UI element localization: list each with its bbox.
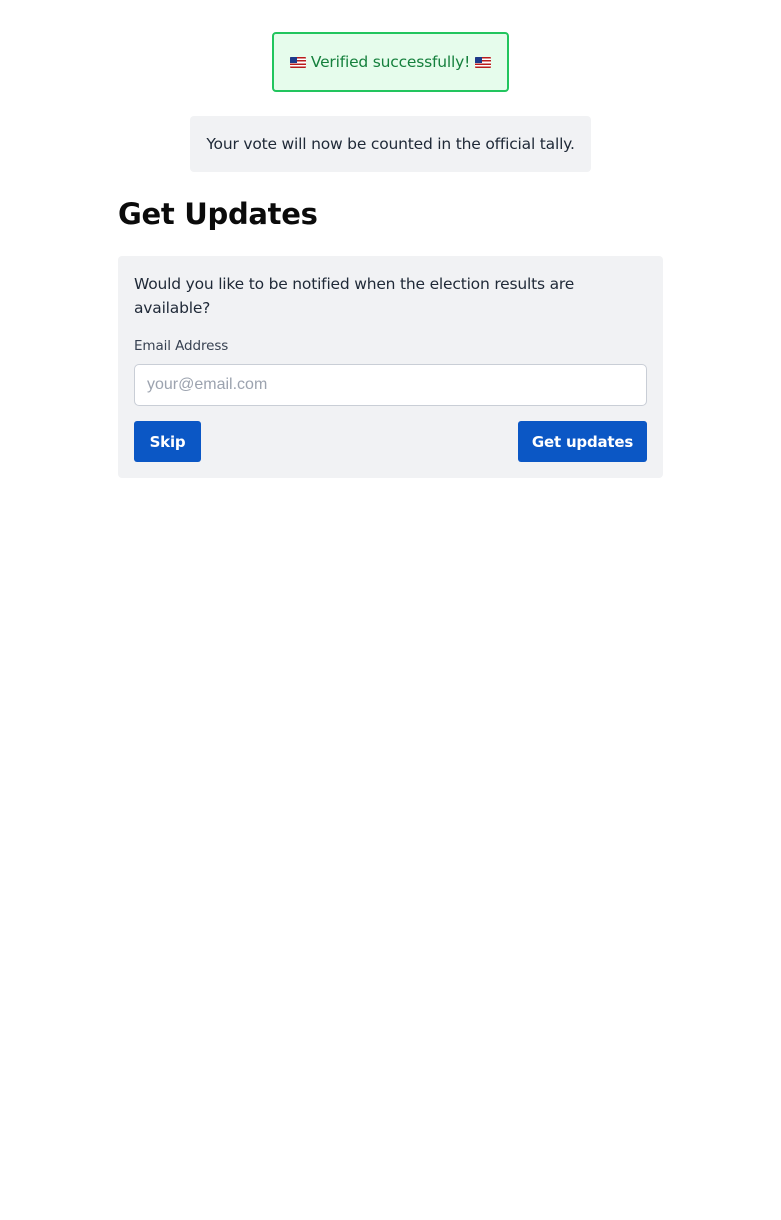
updates-prompt: Would you like to be notified when the e… <box>134 275 575 317</box>
updates-form-card: Would you like to be notified when the e… <box>118 256 663 478</box>
success-message: Verified successfully! <box>310 53 471 71</box>
success-banner-container: Verified successfully! <box>0 32 781 92</box>
us-flag-icon <box>289 56 306 68</box>
notice-container: Your vote will now be counted in the off… <box>0 116 781 172</box>
success-banner: Verified successfully! <box>272 32 509 92</box>
skip-button[interactable]: Skip <box>134 421 201 462</box>
notice-text: Your vote will now be counted in the off… <box>206 135 575 153</box>
vote-counted-notice: Your vote will now be counted in the off… <box>190 116 591 172</box>
get-updates-button[interactable]: Get updates <box>518 421 647 462</box>
us-flag-icon <box>475 56 492 68</box>
email-label: Email Address <box>134 338 229 354</box>
page-title: Get Updates <box>118 197 318 231</box>
email-field[interactable] <box>134 364 647 406</box>
page: Verified successfully! Your vote will no… <box>0 0 781 1220</box>
